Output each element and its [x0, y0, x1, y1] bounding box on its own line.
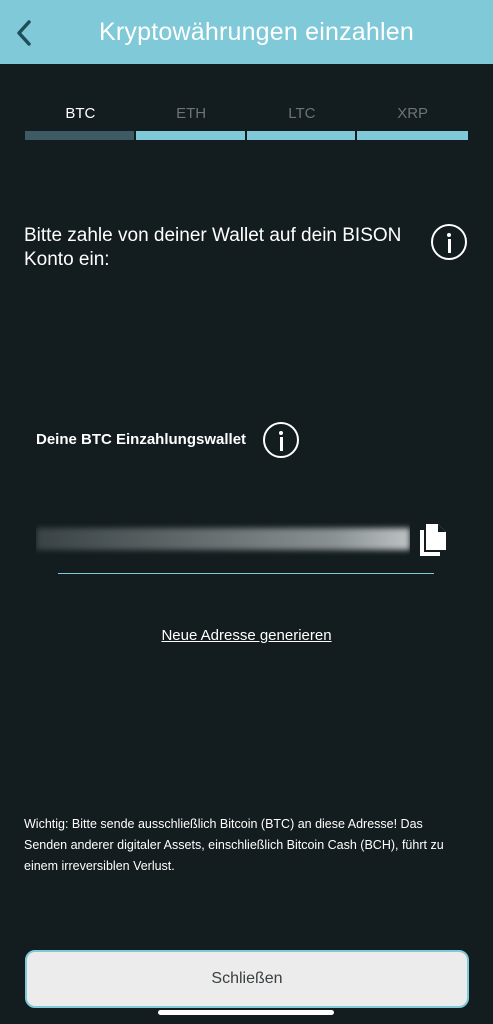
- address-underline: [58, 573, 434, 574]
- tab-label: XRP: [397, 105, 429, 122]
- tab-xrp[interactable]: XRP: [357, 98, 468, 140]
- tab-label: ETH: [176, 105, 207, 122]
- wallet-info-icon[interactable]: [263, 422, 299, 458]
- wallet-label: Deine BTC Einzahlungswallet: [36, 431, 247, 448]
- info-icon[interactable]: [431, 224, 467, 260]
- home-indicator[interactable]: [158, 1010, 334, 1015]
- app-header: Kryptowährungen einzahlen: [0, 0, 493, 64]
- tab-indicator: [135, 131, 245, 140]
- tab-btc[interactable]: BTC: [25, 98, 136, 140]
- warning-text: Wichtig: Bitte sende ausschließlich Bitc…: [24, 817, 444, 873]
- redacted-address: [36, 528, 410, 550]
- tab-label: BTC: [65, 105, 96, 122]
- tab-indicator: [25, 131, 134, 140]
- tab-indicator: [357, 131, 468, 140]
- tab-eth[interactable]: ETH: [135, 98, 247, 140]
- generate-new-address-link[interactable]: Neue Adresse generieren: [0, 627, 493, 644]
- deposit-instruction: Bitte zahle von deiner Wallet auf dein B…: [24, 225, 402, 270]
- copy-icon[interactable]: [416, 522, 448, 558]
- currency-tabs: BTC ETH LTC XRP: [25, 98, 468, 140]
- tab-label: LTC: [288, 105, 316, 122]
- tab-ltc[interactable]: LTC: [246, 98, 358, 140]
- tab-indicator: [246, 131, 356, 140]
- wallet-address-field[interactable]: [36, 518, 410, 558]
- page-title: Kryptowährungen einzahlen: [99, 17, 414, 46]
- back-button[interactable]: [12, 18, 36, 48]
- chevron-left-icon: [17, 20, 31, 46]
- close-button[interactable]: Schließen: [25, 950, 469, 1008]
